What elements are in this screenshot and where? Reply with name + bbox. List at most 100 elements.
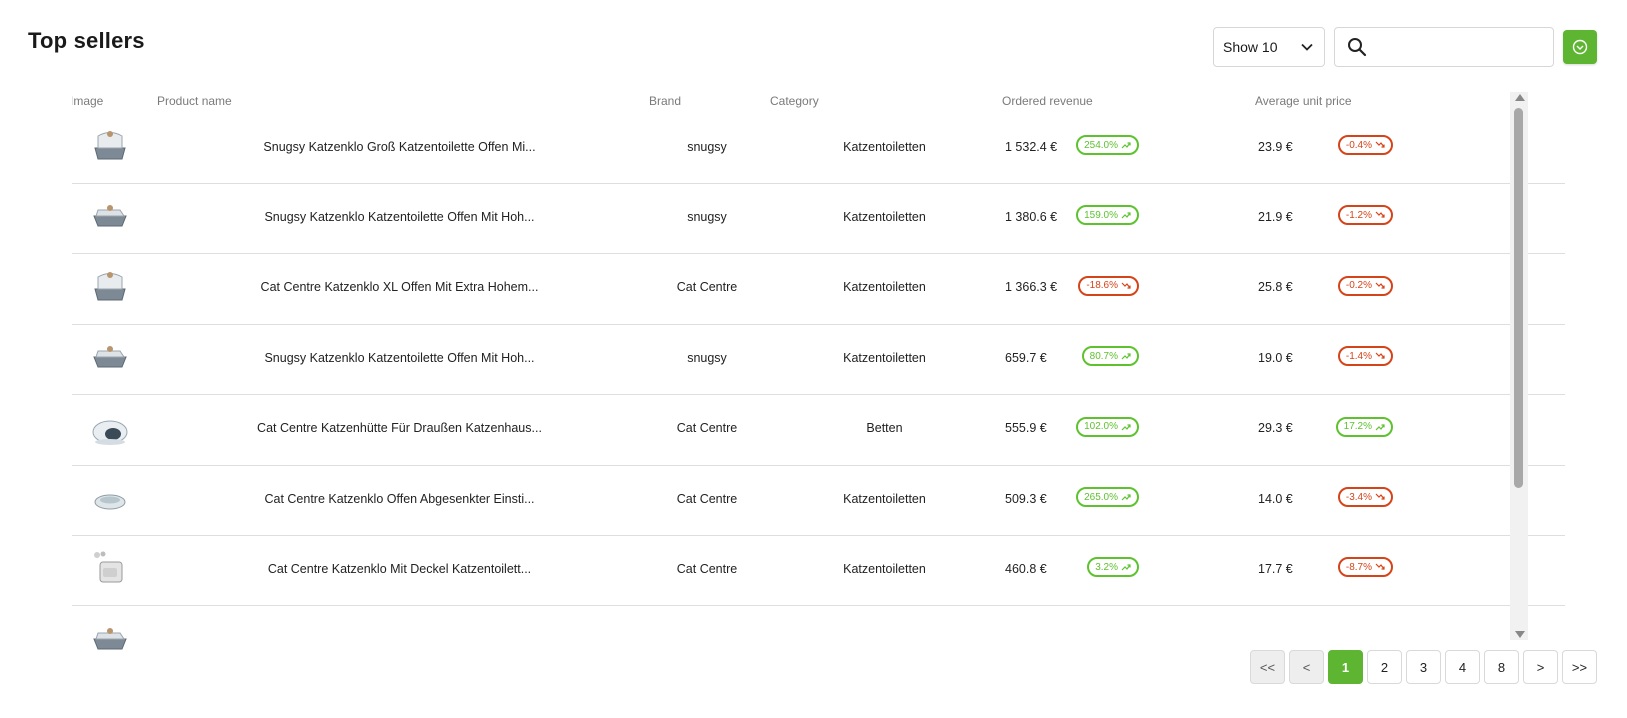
product-image [90,196,130,236]
product-name[interactable]: Cat Centre Katzenklo XL Offen Mit Extra … [242,251,557,324]
last-page-button[interactable]: >> [1562,650,1597,684]
product-name[interactable]: Cat Centre Katzenhütte Für Draußen Katze… [242,392,557,465]
page-size-label: Show 10 [1223,39,1278,55]
price-change-badge-value: -1.4% [1345,350,1372,362]
column-header-category[interactable]: Category [770,94,819,108]
revenue-change-badge: 102.0% [1076,416,1139,437]
category-cell: Katzentoiletten [843,139,926,154]
column-header-price[interactable]: Average unit price [1255,94,1352,108]
category-cell: Katzentoiletten [843,209,926,224]
first-page-button[interactable]: << [1250,650,1285,684]
page-button-4[interactable]: 4 [1445,650,1480,684]
price-change-badge-value: -1.2% [1345,209,1372,221]
table-row[interactable]: Cat Centre Katzenklo Offen Abgesenkter E… [72,462,1565,536]
page-button-1[interactable]: 1 [1328,650,1363,684]
revenue-value: 1 380.6 € [1005,209,1058,224]
price-change-badge-value: 17.2% [1343,421,1372,433]
brand-cell: Cat Centre [676,491,738,506]
category-cell: Betten [866,421,903,436]
table-scrollbar[interactable] [1510,92,1528,640]
next-page-button[interactable]: > [1523,650,1558,684]
page-button-2[interactable]: 2 [1367,650,1402,684]
table-row[interactable]: Cat Centre Katzenklo Mit Deckel Katzento… [72,532,1565,607]
revenue-change-badge: 80.7% [1081,346,1139,367]
product-name[interactable] [242,603,557,655]
revenue-value: 1 366.3 € [1005,280,1058,295]
search-icon [1348,38,1367,57]
revenue-change-badge: -18.6% [1078,275,1139,296]
search-box[interactable] [1334,27,1554,67]
revenue-change-badge-value: 80.7% [1089,350,1118,362]
price-change-badge-value: -0.2% [1345,280,1372,292]
brand-cell: Cat Centre [676,280,738,295]
price-value: 23.9 € [1258,139,1293,154]
price-value: 14.0 € [1258,491,1293,506]
revenue-change-badge-value: 265.0% [1084,491,1118,503]
price-change-badge-value: -0.4% [1345,139,1372,151]
price-change-badge: -0.4% [1337,135,1393,155]
column-header-image[interactable]: Image [72,94,103,108]
price-change-badge: -1.4% [1337,346,1393,367]
revenue-change-badge-value: 159.0% [1084,209,1118,221]
trend-up-icon [1375,422,1385,432]
table-row[interactable]: Snugsy Katzenklo Groß Katzentoilette Off… [72,110,1565,184]
scroll-thumb[interactable] [1514,108,1523,488]
page-size-select[interactable]: Show 10 [1213,27,1325,67]
chevron-down-icon [1301,43,1313,51]
table-row[interactable]: Cat Centre Katzenklo XL Offen Mit Extra … [72,251,1565,325]
product-image [90,548,130,588]
product-name[interactable]: Cat Centre Katzenklo Mit Deckel Katzento… [242,532,557,605]
revenue-value: 1 532.4 € [1005,139,1058,154]
column-header-product[interactable]: Product name [157,94,232,108]
category-cell [812,603,957,655]
download-circle-icon [1572,39,1588,55]
revenue-change-badge-value: -18.6% [1086,280,1118,292]
trend-down-icon [1375,281,1385,291]
price-change-badge: -1.2% [1337,205,1393,226]
brand-cell: Cat Centre [676,561,738,576]
trend-up-icon [1121,140,1131,150]
scroll-down-arrow-icon[interactable] [1515,631,1525,638]
product-image [90,408,130,448]
price-value: 25.8 € [1258,280,1293,295]
page-button-8[interactable]: 8 [1484,650,1519,684]
table-row[interactable]: Snugsy Katzenklo Katzentoilette Offen Mi… [72,321,1565,396]
brand-cell: snugsy [687,350,727,365]
product-image [90,619,130,655]
trend-up-icon [1121,492,1131,502]
column-header-brand[interactable]: Brand [649,94,681,108]
page-button-3[interactable]: 3 [1406,650,1441,684]
product-image [90,337,130,377]
revenue-change-badge-value: 102.0% [1084,421,1118,433]
price-change-badge: -0.2% [1337,275,1393,296]
search-input[interactable] [1375,38,1541,56]
table-row[interactable] [72,603,1565,655]
category-cell: Katzentoiletten [843,350,926,365]
table-row[interactable]: Snugsy Katzenklo Katzentoilette Offen Mi… [72,180,1565,255]
prev-page-button[interactable]: < [1289,650,1324,684]
price-value: 17.7 € [1258,561,1293,576]
export-button[interactable] [1563,30,1597,64]
revenue-change-badge: 254.0% [1076,135,1139,155]
trend-up-icon [1121,351,1131,361]
price-change-badge: -8.7% [1337,557,1393,578]
product-name[interactable]: Snugsy Katzenklo Katzentoilette Offen Mi… [242,321,557,394]
brand-cell: snugsy [687,209,727,224]
product-name[interactable]: Snugsy Katzenklo Groß Katzentoilette Off… [242,110,557,183]
revenue-value: 555.9 € [1005,421,1047,436]
pagination: << < 1 2 3 4 8 > >> [1250,650,1597,684]
price-change-badge: -3.4% [1337,487,1393,507]
revenue-change-badge: 265.0% [1076,487,1139,507]
product-image [90,126,130,166]
scroll-up-arrow-icon[interactable] [1515,94,1525,101]
table-row[interactable]: Cat Centre Katzenhütte Für Draußen Katze… [72,392,1565,466]
revenue-value: 509.3 € [1005,491,1047,506]
revenue-value: 460.8 € [1005,561,1047,576]
product-name[interactable]: Snugsy Katzenklo Katzentoilette Offen Mi… [242,180,557,253]
price-value: 21.9 € [1258,209,1293,224]
price-change-badge-value: -8.7% [1345,561,1372,573]
product-name[interactable]: Cat Centre Katzenklo Offen Abgesenkter E… [242,462,557,535]
revenue-change-badge: 3.2% [1087,557,1139,578]
column-header-revenue[interactable]: Ordered revenue [1002,94,1093,108]
trend-down-icon [1375,210,1385,220]
